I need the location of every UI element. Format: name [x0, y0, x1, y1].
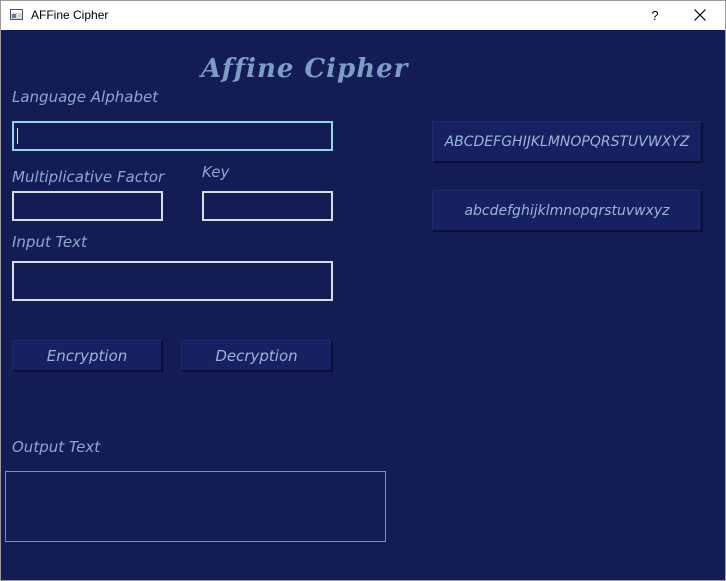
app-window: AFFine Cipher ? Affine Cipher Language A…	[0, 0, 726, 581]
output-text-label: Output Text	[12, 438, 101, 456]
key-input[interactable]	[202, 191, 333, 221]
main-panel: Affine Cipher Language Alphabet Multipli…	[1, 30, 725, 580]
multiplicative-factor-input[interactable]	[12, 191, 163, 221]
app-heading: Affine Cipher	[201, 54, 409, 84]
app-window-icon	[10, 9, 23, 20]
window-title: AFFine Cipher	[31, 8, 109, 22]
encryption-button[interactable]: Encryption	[12, 340, 163, 372]
output-text-area[interactable]	[5, 471, 386, 542]
input-text-label: Input Text	[12, 233, 87, 251]
language-alphabet-input[interactable]	[12, 121, 333, 151]
multiplicative-factor-label: Multiplicative Factor	[12, 168, 165, 186]
help-button[interactable]: ?	[635, 1, 675, 30]
input-text-input[interactable]	[12, 261, 333, 301]
close-icon	[694, 9, 706, 21]
title-bar[interactable]: AFFine Cipher ?	[1, 1, 725, 30]
lowercase-alphabet-button[interactable]: abcdefghijklmnopqrstuvwxyz	[432, 190, 703, 232]
language-alphabet-label: Language Alphabet	[12, 88, 159, 106]
close-button[interactable]	[677, 1, 723, 30]
key-label: Key	[202, 163, 230, 181]
decryption-button[interactable]: Decryption	[181, 340, 333, 372]
text-caret	[17, 128, 18, 144]
uppercase-alphabet-button[interactable]: ABCDEFGHIJKLMNOPQRSTUVWXYZ	[432, 121, 703, 163]
